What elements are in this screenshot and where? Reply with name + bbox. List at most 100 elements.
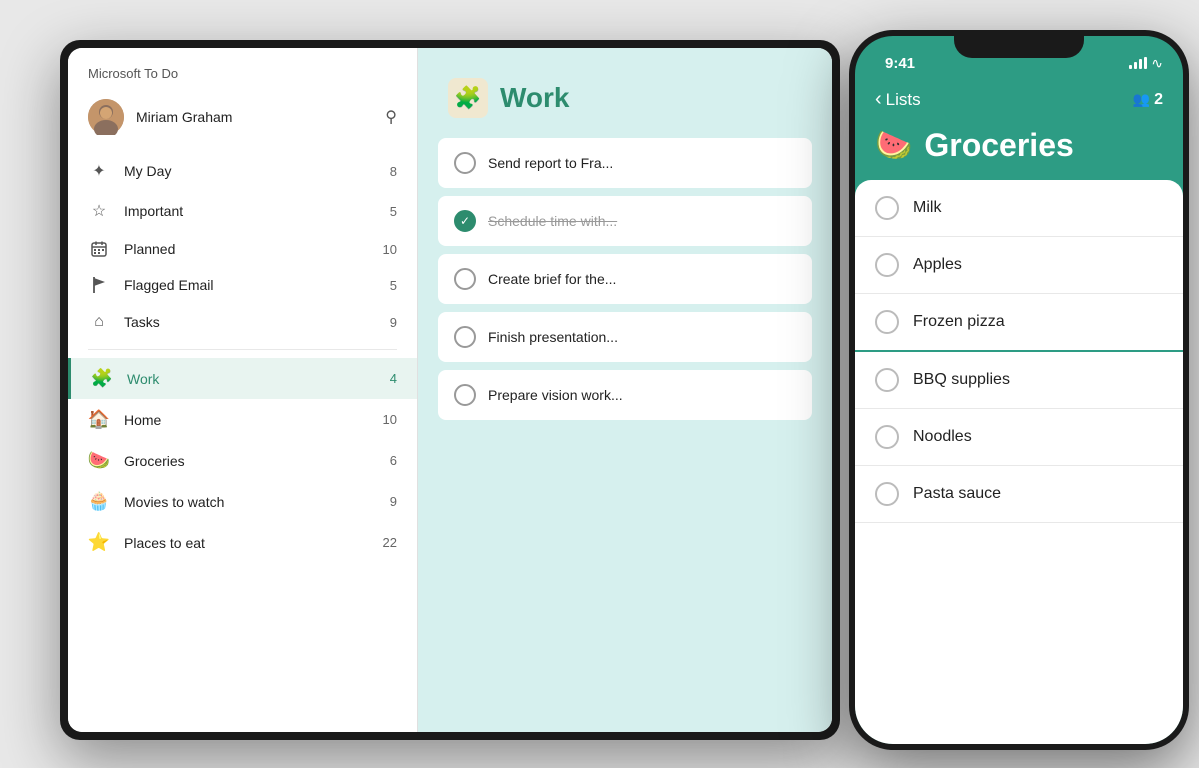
sun-icon: ✦ — [88, 161, 110, 181]
star-icon: ☆ — [88, 201, 110, 221]
task-checkbox-completed[interactable]: ✓ — [454, 210, 476, 232]
sidebar-item-work[interactable]: 🧩 Work 4 — [68, 358, 417, 399]
sidebar-item-flagged-email[interactable]: Flagged Email 5 — [68, 267, 417, 303]
task-text: Finish presentation... — [488, 329, 618, 345]
divider — [88, 349, 397, 350]
grocery-item[interactable]: Noodles — [855, 409, 1183, 466]
nav-label: Flagged Email — [124, 277, 390, 293]
nav-count: 9 — [390, 494, 397, 509]
phone-device: 9:41 ∿ ‹ Lists 👥 2 — [849, 30, 1189, 750]
avatar — [88, 99, 124, 135]
task-item[interactable]: Prepare vision work... — [438, 370, 812, 420]
grocery-title: Groceries — [924, 127, 1073, 164]
task-text: Schedule time with... — [488, 213, 617, 229]
nav-label: Groceries — [124, 453, 390, 469]
sidebar: Microsoft To Do Miriam Graham ⚲ — [68, 48, 418, 732]
sidebar-item-groceries[interactable]: 🍉 Groceries 6 — [68, 440, 417, 481]
grocery-item[interactable]: BBQ supplies — [855, 352, 1183, 409]
places-emoji-icon: ⭐ — [88, 532, 110, 553]
grocery-emoji-icon: 🍉 — [875, 128, 912, 163]
people-icon: 👥 — [1133, 91, 1150, 108]
task-item[interactable]: Send report to Fra... — [438, 138, 812, 188]
app-title: Microsoft To Do — [68, 48, 417, 91]
nav-label: Planned — [124, 241, 383, 257]
user-info: Miriam Graham — [88, 99, 232, 135]
task-checkbox[interactable] — [454, 326, 476, 348]
people-button[interactable]: 👥 2 — [1133, 91, 1163, 109]
task-text: Send report to Fra... — [488, 155, 613, 171]
nav-count: 22 — [383, 535, 397, 550]
sidebar-item-important[interactable]: ☆ Important 5 — [68, 191, 417, 231]
sidebar-item-planned[interactable]: Planned 10 — [68, 231, 417, 267]
groceries-emoji-icon: 🍉 — [88, 450, 110, 471]
tablet-device: Microsoft To Do Miriam Graham ⚲ — [60, 40, 840, 740]
wifi-icon: ∿ — [1151, 55, 1163, 72]
sidebar-item-movies[interactable]: 🧁 Movies to watch 9 — [68, 481, 417, 522]
grocery-text: BBQ supplies — [913, 371, 1010, 389]
grocery-list: Milk Apples Frozen pizza BBQ supplies No… — [855, 180, 1183, 744]
nav-count: 10 — [383, 242, 397, 257]
calendar-icon — [88, 241, 110, 257]
back-button[interactable]: ‹ Lists — [875, 88, 921, 111]
task-item[interactable]: Finish presentation... — [438, 312, 812, 362]
phone-nav-bar: ‹ Lists 👥 2 — [855, 80, 1183, 123]
grocery-item[interactable]: Milk — [855, 180, 1183, 237]
phone-screen: 9:41 ∿ ‹ Lists 👥 2 — [855, 36, 1183, 744]
sidebar-item-my-day[interactable]: ✦ My Day 8 — [68, 151, 417, 191]
sidebar-item-places[interactable]: ⭐ Places to eat 22 — [68, 522, 417, 563]
grocery-item[interactable]: Frozen pizza — [855, 294, 1183, 352]
nav-label: My Day — [124, 163, 390, 179]
nav-count: 5 — [390, 278, 397, 293]
home-emoji-icon: 🏠 — [88, 409, 110, 430]
task-item[interactable]: Create brief for the... — [438, 254, 812, 304]
grocery-text: Pasta sauce — [913, 485, 1001, 503]
sidebar-item-home[interactable]: 🏠 Home 10 — [68, 399, 417, 440]
search-button[interactable]: ⚲ — [385, 107, 397, 127]
status-time: 9:41 — [885, 55, 915, 72]
grocery-checkbox[interactable] — [875, 425, 899, 449]
status-icons: ∿ — [1129, 55, 1163, 72]
home-icon: ⌂ — [88, 313, 110, 331]
nav-count: 9 — [390, 315, 397, 330]
work-header: 🧩 Work — [418, 48, 832, 138]
nav-label: Places to eat — [124, 535, 383, 551]
grocery-checkbox[interactable] — [875, 253, 899, 277]
signal-icon — [1129, 57, 1147, 69]
task-list: Send report to Fra... ✓ Schedule time wi… — [418, 138, 832, 420]
nav-label: Work — [127, 371, 390, 387]
task-text: Create brief for the... — [488, 271, 616, 287]
sidebar-item-tasks[interactable]: ⌂ Tasks 9 — [68, 303, 417, 341]
grocery-checkbox[interactable] — [875, 368, 899, 392]
back-arrow-icon: ‹ — [875, 88, 882, 111]
task-checkbox[interactable] — [454, 152, 476, 174]
nav-count: 4 — [390, 371, 397, 386]
nav-label: Movies to watch — [124, 494, 390, 510]
grocery-item[interactable]: Pasta sauce — [855, 466, 1183, 523]
grocery-text: Milk — [913, 199, 941, 217]
flag-icon — [88, 277, 110, 293]
task-text: Prepare vision work... — [488, 387, 623, 403]
task-checkbox[interactable] — [454, 384, 476, 406]
back-label: Lists — [886, 90, 921, 110]
phone-notch — [954, 30, 1084, 58]
work-icon: 🧩 — [448, 78, 488, 118]
grocery-text: Apples — [913, 256, 962, 274]
grocery-checkbox[interactable] — [875, 196, 899, 220]
grocery-checkbox[interactable] — [875, 310, 899, 334]
task-checkbox[interactable] — [454, 268, 476, 290]
nav-label: Home — [124, 412, 383, 428]
people-count: 2 — [1154, 91, 1163, 109]
nav-label: Important — [124, 203, 390, 219]
movies-emoji-icon: 🧁 — [88, 491, 110, 512]
grocery-item[interactable]: Apples — [855, 237, 1183, 294]
work-title: Work — [500, 82, 570, 114]
tablet-screen: Microsoft To Do Miriam Graham ⚲ — [68, 48, 832, 732]
grocery-text: Frozen pizza — [913, 313, 1005, 331]
work-emoji-icon: 🧩 — [91, 368, 113, 389]
nav-count: 10 — [383, 412, 397, 427]
nav-count: 8 — [390, 164, 397, 179]
task-item[interactable]: ✓ Schedule time with... — [438, 196, 812, 246]
grocery-checkbox[interactable] — [875, 482, 899, 506]
main-content: 🧩 Work Send report to Fra... ✓ Schedule … — [418, 48, 832, 732]
user-name: Miriam Graham — [136, 109, 232, 125]
